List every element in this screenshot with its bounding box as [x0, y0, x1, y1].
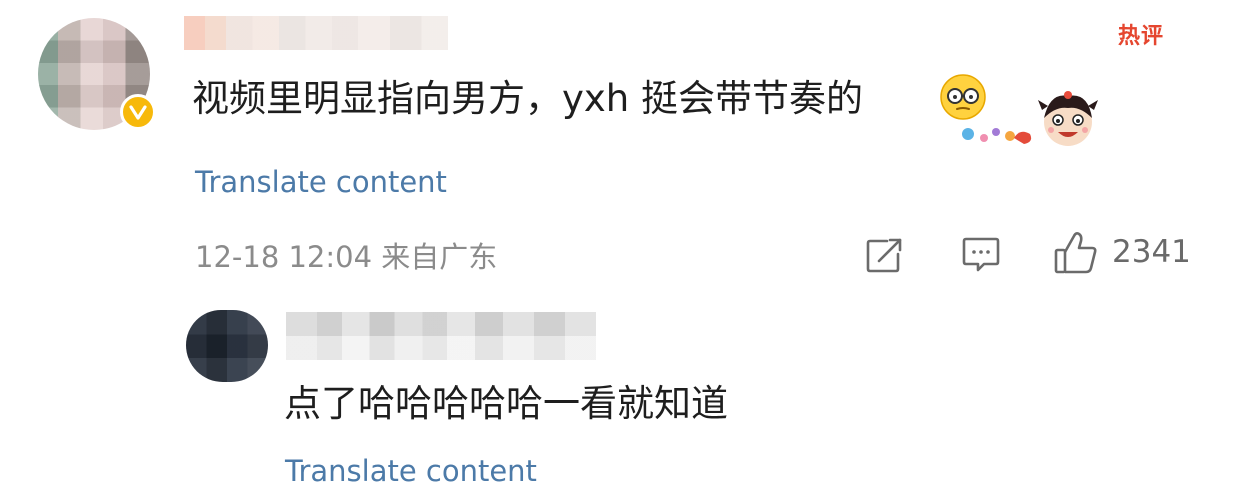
avatar-pixelation: [186, 310, 268, 382]
hot-comment-tag: 热评: [1118, 24, 1165, 49]
thumbs-up-icon[interactable]: [1052, 230, 1100, 276]
verified-badge-icon: [120, 94, 156, 130]
reply-username-blurred[interactable]: [286, 312, 596, 360]
share-edit-icon[interactable]: [863, 236, 907, 276]
reply-text: 点了哈哈哈哈哈一看就知道: [284, 382, 728, 425]
username-blurred[interactable]: [184, 16, 448, 50]
comment-text: 视频里明显指向男方，yxh 挺会带节奏的: [192, 77, 864, 120]
reply-translate-link[interactable]: Translate content: [285, 454, 537, 488]
comment-meta: 12-18 12:04 来自广东: [195, 240, 498, 274]
like-count: 2341: [1112, 234, 1191, 270]
translate-link[interactable]: Translate content: [195, 165, 447, 199]
comment-icon[interactable]: [960, 236, 1002, 274]
cartoon-sticker: [940, 90, 1105, 154]
username-pixelation: [286, 312, 596, 360]
reply-user-avatar[interactable]: [186, 310, 268, 382]
